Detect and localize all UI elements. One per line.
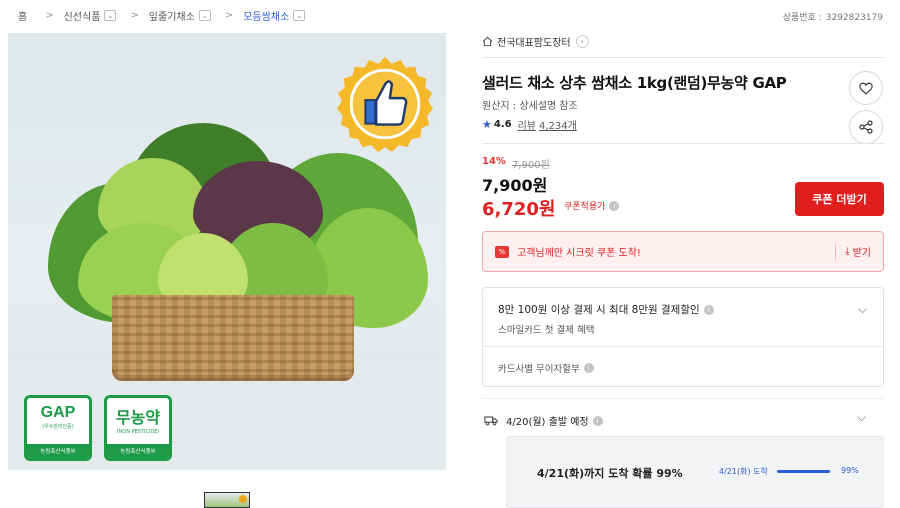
breadcrumb-label[interactable]: 신선식품 [64,8,101,23]
divider [482,57,884,58]
product-origin: 원산지 : 상세설명 참조 [482,101,578,112]
product-main-image[interactable]: GAP (우수관리인증) 농림축산식품부 무농약 (NON PESTICIDE)… [8,33,446,470]
coupon-note-label: 쿠폰적용가 [564,202,606,212]
gap-cert-badge: GAP (우수관리인증) 농림축산식품부 [24,395,92,461]
coupon-download-button[interactable]: ⤓ 받기 [835,243,871,260]
shipping-departure[interactable]: 4/20(월) 출발 예정 i [484,413,603,428]
heart-icon [859,82,873,94]
product-number: 상품번호 :3292823179 [779,10,883,23]
card-benefit-title-text: 8만 100원 이상 결제 시 최대 8만원 결제할인 [498,304,700,316]
cert-footer: 농림축산식품부 [27,444,89,458]
breadcrumb-category-2[interactable]: 잎줄기채소 ⌄ [149,8,211,23]
cert-title: 무농약 [115,410,161,427]
secret-coupon-banner[interactable]: % 고객님께만 시크릿 쿠폰 도착! ⤓ 받기 [482,231,884,272]
store-home-icon [482,36,493,47]
secret-coupon-text: 고객님께만 시크릿 쿠폰 도착! [517,248,641,259]
coupon-price: 6,720원 [482,199,556,220]
thumbnail-badge-icon [239,495,247,503]
coupon-price-note: 쿠폰적용가 i [564,199,620,212]
breadcrumb-label[interactable]: 잎줄기채소 [149,8,195,23]
get-more-coupons-button[interactable]: 쿠폰 더받기 [795,182,884,216]
store-link[interactable]: 전국대표팜도장터 › [482,34,589,49]
probability-bar-fill [777,470,831,473]
breadcrumb-label[interactable]: 홈 [18,8,27,23]
info-icon[interactable]: i [609,200,620,211]
chevron-right-icon[interactable]: › [575,35,589,48]
departure-text: 4/20(월) 출발 예정 [506,417,589,428]
probability-bar [777,470,831,473]
info-icon[interactable]: i [592,415,603,426]
breadcrumb: 홈 > 신선식품 ⌄ > 잎줄기채소 ⌄ > 모듬쌈채소 ⌄ [18,8,319,23]
product-thumbnail[interactable] [204,492,250,508]
arrival-probability-box: 4/21(화)까지 도착 확률 99% 4/21(화) 도착 99% [506,436,884,508]
installment-label: 카드사별 무이자할부 [498,364,580,375]
breadcrumb-separator: > [45,10,54,21]
card-benefit-subtitle: 스마일카드 첫 결제 혜택 [498,325,595,336]
card-benefit-box[interactable]: 8만 100원 이상 결제 시 최대 8만원 결제할인 i 스마일카드 첫 결제… [482,287,884,387]
star-icon: ★ [482,118,492,131]
product-title: 샐러드 채소 상추 쌈채소 1kg(랜덤)무농약 GAP [482,74,787,92]
card-benefit-title: 8만 100원 이상 결제 시 최대 8만원 결제할인 i [498,302,714,317]
info-icon[interactable]: i [583,363,594,373]
share-button[interactable] [849,110,883,144]
chevron-down-icon[interactable]: ⌄ [198,10,211,21]
review-count: 4,234개 [539,121,577,132]
arrival-day-label: 4/21(화) 도착 [719,467,768,476]
review-link[interactable]: 리뷰 4,234개 [518,117,577,132]
divider [482,398,884,399]
chevron-down-icon[interactable]: ⌵ [858,302,867,317]
breadcrumb-separator: > [224,10,234,21]
share-icon [859,120,873,134]
chevron-down-icon[interactable]: ⌵ [857,410,866,425]
sale-price: 7,900원 [482,176,548,195]
truck-icon [484,416,498,426]
breadcrumb-category-1[interactable]: 신선식품 ⌄ [64,8,117,23]
no-pesticide-cert-badge: 무농약 (NON PESTICIDE) 농림축산식품부 [104,395,172,461]
coupon-percent-icon: % [495,245,509,258]
review-label: 리뷰 [517,121,536,132]
breadcrumb-category-3[interactable]: 모듬쌈채소 ⌄ [243,8,306,23]
wishlist-button[interactable] [849,71,883,105]
thumbs-up-icon [336,56,434,153]
installment-info[interactable]: 카드사별 무이자할부 i [498,361,594,375]
cert-subtitle: (NON PESTICIDE) [116,429,160,435]
product-number-value: 3292823179 [825,13,883,23]
breadcrumb-separator: > [130,10,139,21]
rating-score: 4.6 [493,119,512,130]
discount-rate: 14% [482,156,506,167]
breadcrumb-label[interactable]: 모듬쌈채소 [243,8,289,23]
divider [483,346,883,347]
probability-percent: 99% [841,466,859,475]
discount-row: 14% 7,900원 [482,156,550,171]
cert-footer: 농림축산식품부 [107,444,169,458]
cert-subtitle: (우수관리인증) [42,424,74,430]
wicker-basket [112,295,354,381]
download-label: 받기 [852,248,871,259]
download-icon: ⤓ [845,246,850,257]
chevron-down-icon[interactable]: ⌄ [104,10,117,21]
arrival-probability-text: 4/21(화)까지 도착 확률 99% [537,467,683,480]
cert-title: GAP [40,404,76,421]
chevron-down-icon[interactable]: ⌄ [293,10,306,21]
product-rating[interactable]: ★ 4.6 리뷰 4,234개 [482,117,577,132]
breadcrumb-home[interactable]: 홈 [18,8,31,23]
original-price: 7,900원 [511,160,550,171]
divider [482,143,884,144]
store-name[interactable]: 전국대표팜도장터 [497,34,571,49]
info-icon[interactable]: i [703,304,714,315]
product-number-label: 상품번호 : [782,13,822,23]
